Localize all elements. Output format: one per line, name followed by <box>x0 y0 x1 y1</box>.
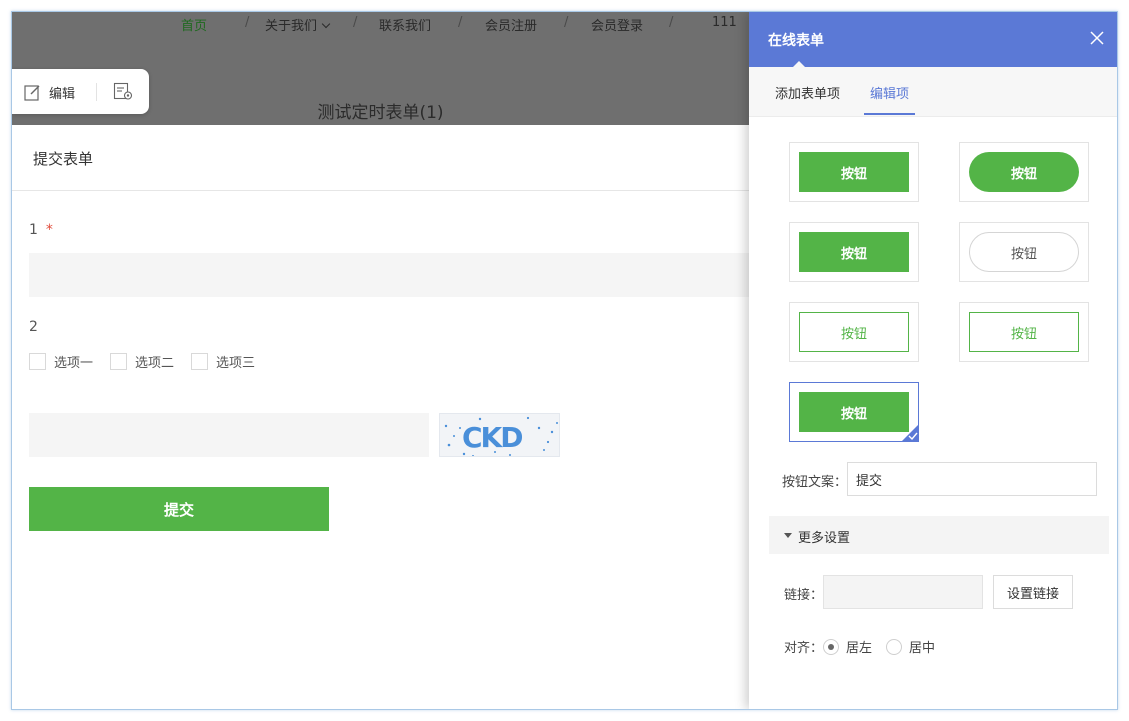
panel-tabs: 添加表单项 编辑项 <box>749 67 1117 117</box>
button-style-option[interactable]: 按钮 <box>959 222 1089 282</box>
button-style-option-selected[interactable]: 按钮 <box>789 382 919 442</box>
more-settings-label: 更多设置 <box>798 531 851 546</box>
nav-item-register[interactable]: 会员注册 <box>485 15 537 34</box>
edit-button[interactable]: 编辑 <box>24 81 75 103</box>
nav-separator: / <box>669 15 674 30</box>
align-label: 对齐： <box>784 641 824 656</box>
nav-item-111[interactable]: 111 <box>712 15 737 30</box>
checkbox-box[interactable] <box>110 353 128 370</box>
checkbox-box[interactable] <box>191 353 209 370</box>
required-mark: * <box>45 222 53 238</box>
caret-down-icon <box>784 533 792 538</box>
link-label: 链接： <box>784 588 824 603</box>
captcha-image[interactable]: CKD <box>439 413 560 457</box>
captcha-text: CKD <box>462 421 522 454</box>
form-header: 提交表单 <box>12 125 749 191</box>
button-style-preview: 按钮 <box>969 312 1079 352</box>
nav-separator: / <box>245 15 250 30</box>
chevron-down-icon <box>321 19 331 29</box>
captcha-graphic: CKD <box>444 416 558 456</box>
button-style-preview: 按钮 <box>799 152 909 192</box>
tab-add-form-item[interactable]: 添加表单项 <box>775 83 840 114</box>
button-style-option[interactable]: 按钮 <box>789 302 919 362</box>
align-left-radio[interactable]: 居左 <box>823 637 872 656</box>
edit-button-label: 编辑 <box>49 86 76 102</box>
toolbar-divider <box>96 83 97 101</box>
form-settings-icon <box>113 82 133 100</box>
question-1-number: 1 <box>29 222 38 238</box>
tab-edit-item[interactable]: 编辑项 <box>864 83 916 115</box>
button-style-preview: 按钮 <box>799 392 909 432</box>
button-style-preview: 按钮 <box>969 232 1079 272</box>
set-link-button[interactable]: 设置链接 <box>993 575 1073 609</box>
button-style-option[interactable]: 按钮 <box>959 142 1089 202</box>
align-left-label: 居左 <box>846 641 873 656</box>
nav-separator: / <box>458 15 463 30</box>
nav-separator: / <box>353 15 358 30</box>
option-1-label: 选项一 <box>54 356 94 371</box>
option-3-checkbox[interactable]: 选项三 <box>191 352 255 371</box>
button-style-option[interactable]: 按钮 <box>789 222 919 282</box>
edit-toolbar: 编辑 <box>12 69 149 114</box>
app-window: 首页 / 关于我们 / 联系我们 / 会员注册 / 会员登录 / 111 测试定… <box>11 11 1118 710</box>
question-1-input[interactable] <box>29 253 749 297</box>
form-header-title: 提交表单 <box>33 150 94 168</box>
align-center-radio[interactable]: 居中 <box>886 637 935 656</box>
link-input[interactable] <box>823 575 983 609</box>
submit-button[interactable]: 提交 <box>29 487 329 531</box>
align-center-label: 居中 <box>909 641 936 656</box>
button-text-label: 按钮文案： <box>782 475 848 490</box>
question-1-label: 1 * <box>29 222 53 238</box>
option-1-checkbox[interactable]: 选项一 <box>29 352 93 371</box>
question-2-label: 2 <box>29 319 38 335</box>
nav-item-home[interactable]: 首页 <box>181 15 207 34</box>
close-icon[interactable] <box>1089 30 1105 46</box>
question-2-options: 选项一 选项二 选项三 <box>29 352 272 371</box>
option-3-label: 选项三 <box>216 356 256 371</box>
option-2-label: 选项二 <box>135 356 175 371</box>
button-style-preview: 按钮 <box>799 312 909 352</box>
radio-button[interactable] <box>886 638 902 655</box>
page-preview: 首页 / 关于我们 / 联系我们 / 会员注册 / 会员登录 / 111 测试定… <box>12 12 749 709</box>
button-text-input[interactable] <box>847 462 1097 496</box>
nav-separator: / <box>564 15 569 30</box>
panel-header: 在线表单 <box>749 12 1117 67</box>
form-settings-button[interactable] <box>113 82 135 102</box>
button-style-preview: 按钮 <box>799 232 909 272</box>
more-settings-toggle[interactable]: 更多设置 <box>769 516 1109 554</box>
checkbox-box[interactable] <box>29 353 46 370</box>
nav-item-about[interactable]: 关于我们 <box>265 15 331 34</box>
check-icon <box>901 424 919 442</box>
nav-item-contact[interactable]: 联系我们 <box>379 15 431 34</box>
nav-item-login[interactable]: 会员登录 <box>591 15 643 34</box>
option-2-checkbox[interactable]: 选项二 <box>110 352 174 371</box>
captcha-input[interactable] <box>29 413 429 457</box>
button-style-option[interactable]: 按钮 <box>959 302 1089 362</box>
button-style-option[interactable]: 按钮 <box>789 142 919 202</box>
panel-title: 在线表单 <box>768 33 824 49</box>
edit-icon <box>24 84 40 101</box>
button-style-preview: 按钮 <box>969 152 1079 192</box>
nav-item-about-label: 关于我们 <box>265 19 318 34</box>
top-nav: 首页 / 关于我们 / 联系我们 / 会员注册 / 会员登录 / 111 <box>12 12 749 36</box>
online-form-panel: 在线表单 添加表单项 编辑项 按钮 按钮 按钮 按钮 按钮 按钮 按钮 按钮文案… <box>749 12 1117 709</box>
radio-button[interactable] <box>823 638 839 655</box>
